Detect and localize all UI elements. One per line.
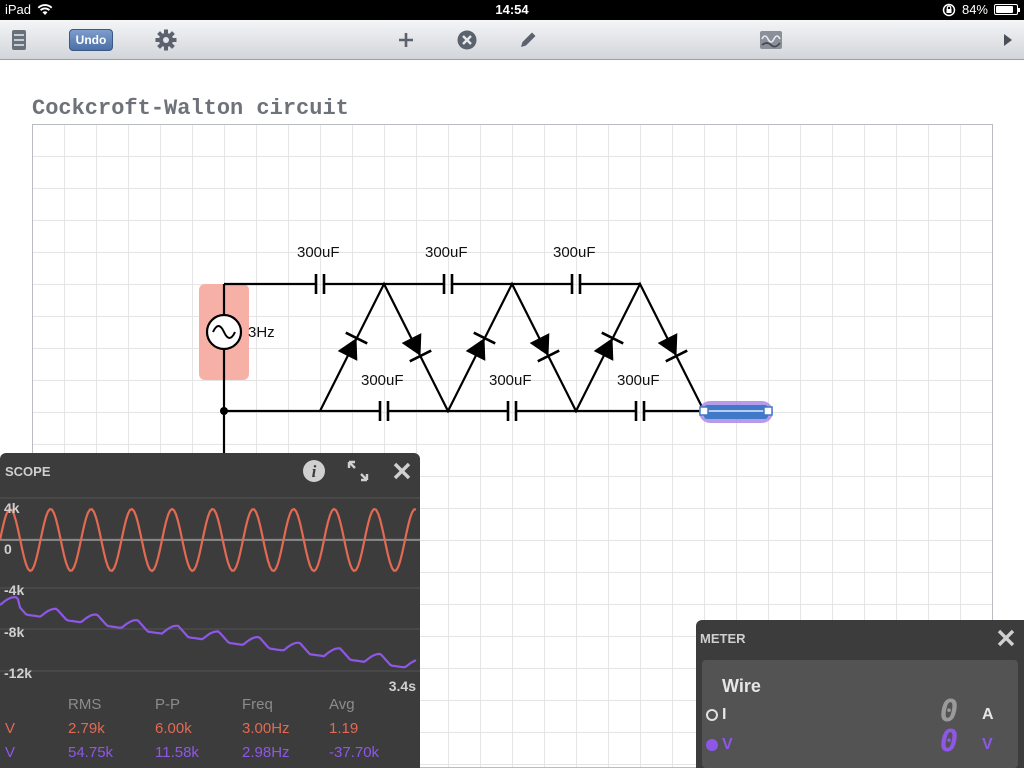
scope-panel[interactable]: SCOPE i 4k 0 -4k -8k -12k 3.4s RMS P-P F… — [0, 453, 420, 768]
capacitor-label: 300uF — [361, 372, 404, 389]
stat-header-avg: Avg — [329, 696, 355, 713]
scope-time-label: 3.4s — [388, 678, 416, 694]
capacitor-label: 300uF — [425, 244, 468, 261]
selected-wire[interactable] — [699, 401, 773, 423]
trace-name[interactable]: V — [5, 720, 15, 737]
diodes[interactable] — [337, 331, 688, 363]
close-icon[interactable] — [390, 460, 414, 484]
stat-pp: 11.58k — [155, 744, 199, 761]
scope-y-label: -4k — [4, 582, 25, 598]
meter-voltage-value: 0 — [940, 724, 959, 759]
stat-rms: 2.79k — [68, 720, 105, 737]
expand-icon[interactable] — [345, 459, 371, 483]
scope-y-label: -8k — [4, 624, 25, 640]
meter-title: METER — [700, 631, 746, 646]
capacitor-label: 300uF — [617, 372, 660, 389]
meter-panel[interactable]: METER Wire I 0 A V 0 V — [696, 620, 1024, 768]
close-icon[interactable] — [994, 627, 1018, 651]
meter-voltage-unit: V — [982, 736, 993, 753]
capacitor-label: 300uF — [489, 372, 532, 389]
trace-name[interactable]: V — [5, 744, 15, 761]
meter-voltage-label: V — [722, 736, 733, 753]
meter-component-name: Wire — [722, 676, 761, 696]
stat-avg: 1.19 — [329, 720, 359, 737]
capacitor-label: 300uF — [297, 244, 340, 261]
meter-current-option[interactable]: I — [706, 706, 726, 724]
svg-text:i: i — [312, 462, 317, 481]
meter-current-label: I — [722, 706, 727, 723]
stat-header-pp: P-P — [155, 696, 181, 713]
info-icon[interactable]: i — [302, 459, 326, 483]
scope-title: SCOPE — [5, 464, 51, 479]
stat-rms: 54.75k — [68, 744, 114, 761]
capacitor-label: 300uF — [553, 244, 596, 261]
scope-plot[interactable] — [0, 493, 420, 698]
junction-node[interactable] — [220, 407, 228, 415]
stat-header-rms: RMS — [68, 696, 102, 713]
scope-y-label: 4k — [4, 500, 20, 516]
scope-y-label: -12k — [4, 665, 33, 681]
meter-voltage-option[interactable]: V — [706, 736, 733, 754]
scope-trace-v2 — [0, 596, 417, 669]
ac-source[interactable] — [205, 313, 243, 351]
stat-header-freq: Freq — [242, 696, 273, 713]
radio-button[interactable] — [706, 739, 718, 751]
stat-freq: 2.98Hz — [242, 744, 290, 761]
stat-pp: 6.00k — [155, 720, 192, 737]
radio-button[interactable] — [706, 709, 718, 721]
meter-current-unit: A — [982, 706, 994, 723]
meter-display: Wire I 0 A V 0 V — [702, 660, 1018, 768]
app-window: iPad 14:54 84% Undo Cockcroft-Walton cir… — [0, 0, 1024, 768]
scope-y-label: 0 — [4, 541, 12, 557]
stat-freq: 3.00Hz — [242, 720, 290, 737]
source-frequency-label: 3Hz — [248, 324, 275, 341]
stat-avg: -37.70k — [329, 744, 380, 761]
